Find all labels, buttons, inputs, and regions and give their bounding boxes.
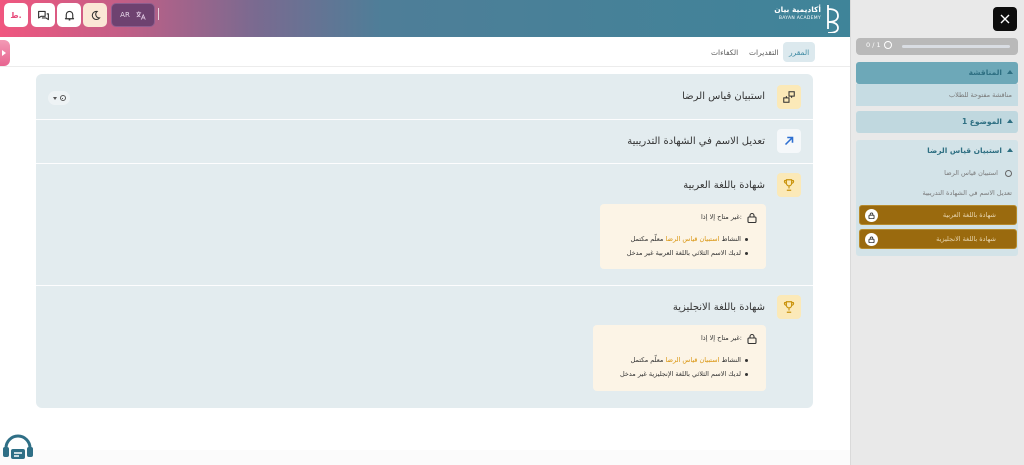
section-title: استبيان قياس الرضا [927,146,1002,155]
trophy-icon [783,179,795,191]
restriction-list: النشاط استبيان قياس الرضا معلّم مكتمل لد… [627,232,749,260]
logo-arabic-text: أكاديمية بيان [774,5,821,14]
chevron-up-icon [1007,70,1013,74]
user-menu-button[interactable]: ط. [4,3,28,27]
locked-item-english-certificate[interactable]: شهادة باللغة الانجليزية [859,229,1017,249]
restriction-list: النشاط استبيان قياس الرضا معلّم مكتمل لد… [620,353,749,381]
moon-icon [91,10,101,20]
section-title: الموضوع 1 [961,117,1002,126]
incomplete-circle-icon [1005,170,1012,177]
lock-badge [865,209,878,222]
lock-icon [747,333,757,344]
restriction-box: غير متاح إلا إذا: النشاط استبيان قياس ال… [593,325,766,391]
lock-icon [868,236,875,243]
section-discussion-header[interactable]: المناقشة [856,62,1018,84]
caret-down-icon [52,96,57,100]
language-code: AR [120,11,130,19]
activity-icon-box [777,173,801,197]
language-switcher[interactable]: AR [111,3,155,27]
restriction-activity-link[interactable]: استبيان قياس الرضا [665,235,719,243]
restriction-condition: النشاط استبيان قياس الرضا معلّم مكتمل [627,232,749,246]
header-divider [158,8,159,20]
footer-strip [0,450,850,465]
row-divider [36,163,813,164]
course-tabs: المقرر التقديرات الكفاءات [0,37,850,67]
tab-course[interactable]: المقرر [783,42,816,62]
course-index-drawer: 0 / 1 المناقشة مناقشة مفتوحة للطلاب المو… [850,0,1024,465]
logo-english-text: BAYAN ACADEMY [778,16,821,21]
restriction-condition: النشاط استبيان قياس الرضا معلّم مكتمل [620,353,749,367]
section-survey-header[interactable]: استبيان قياس الرضا [856,140,1018,162]
tab-grades[interactable]: التقديرات [743,42,785,62]
restriction-heading: غير متاح إلا إذا: [701,213,742,221]
close-icon [1000,14,1010,24]
restriction-condition: لديك الاسم الثلاثي باللغة العربية غير مد… [627,246,749,260]
activity-options-button[interactable] [48,91,70,105]
restriction-condition: لديك الاسم الثلاثي باللغة الإنجليزية غير… [620,367,749,381]
chat-icon [37,10,49,20]
support-chat-icon[interactable] [0,430,36,465]
notifications-button[interactable] [57,3,81,27]
section-title: المناقشة [968,68,1002,77]
section-item-edit-name[interactable]: تعديل الاسم في الشهادة التدريبية [922,189,1012,197]
bayan-academy-logo[interactable]: أكاديمية بيان BAYAN ACADEMY [774,3,843,33]
trophy-icon [783,301,795,313]
chevron-up-icon [1007,148,1013,152]
options-icon [59,95,66,101]
lock-icon [747,212,757,223]
arrow-up-right-icon [784,136,794,146]
bell-icon [64,10,74,21]
top-header: ط. AR أكاديمية بيان BAYAN ACADEMY [0,0,850,37]
dark-mode-toggle[interactable] [83,3,107,27]
close-drawer-button[interactable] [993,7,1017,31]
activity-title[interactable]: تعديل الاسم في الشهادة التدريبية [627,136,765,147]
locked-item-label: شهادة باللغة الانجليزية [936,235,996,243]
activity-title[interactable]: استبيان قياس الرضا [682,91,765,102]
user-initial: ط. [10,10,22,20]
lock-icon [868,212,875,219]
row-divider [36,285,813,286]
progress-track [902,45,1010,48]
restriction-heading: غير متاح إلا إذا: [701,334,742,342]
activity-title[interactable]: شهادة باللغة العربية [683,180,765,191]
activity-icon-box [777,295,801,319]
activity-icon-box [777,129,801,153]
locked-item-arabic-certificate[interactable]: شهادة باللغة العربية [859,205,1017,225]
logo-mark-icon [827,5,839,33]
clock-icon [883,41,892,49]
section-item-discussion[interactable]: مناقشة مفتوحة للطلاب [949,91,1012,99]
activity-icon-box [777,85,801,109]
messages-button[interactable] [31,3,55,27]
section-item-survey[interactable]: استبيان قياس الرضا [944,169,998,177]
translate-icon [136,10,146,20]
restriction-box: غير متاح إلا إذا: النشاط استبيان قياس ال… [600,204,766,269]
lock-badge [865,233,878,246]
section-topic-1-header[interactable]: الموضوع 1 [856,111,1018,133]
feedback-icon [783,91,795,103]
row-divider [36,119,813,120]
progress-count: 0 / 1 [866,41,892,49]
restriction-activity-link[interactable]: استبيان قياس الرضا [665,356,719,364]
tab-competencies[interactable]: الكفاءات [705,42,744,62]
course-content-card: استبيان قياس الرضا تعديل الاسم في الشهاد… [36,74,813,408]
locked-item-label: شهادة باللغة العربية [942,211,996,219]
activity-title[interactable]: شهادة باللغة الانجليزية [673,302,765,313]
course-progress: 0 / 1 [856,38,1018,55]
chevron-up-icon [1007,119,1013,123]
